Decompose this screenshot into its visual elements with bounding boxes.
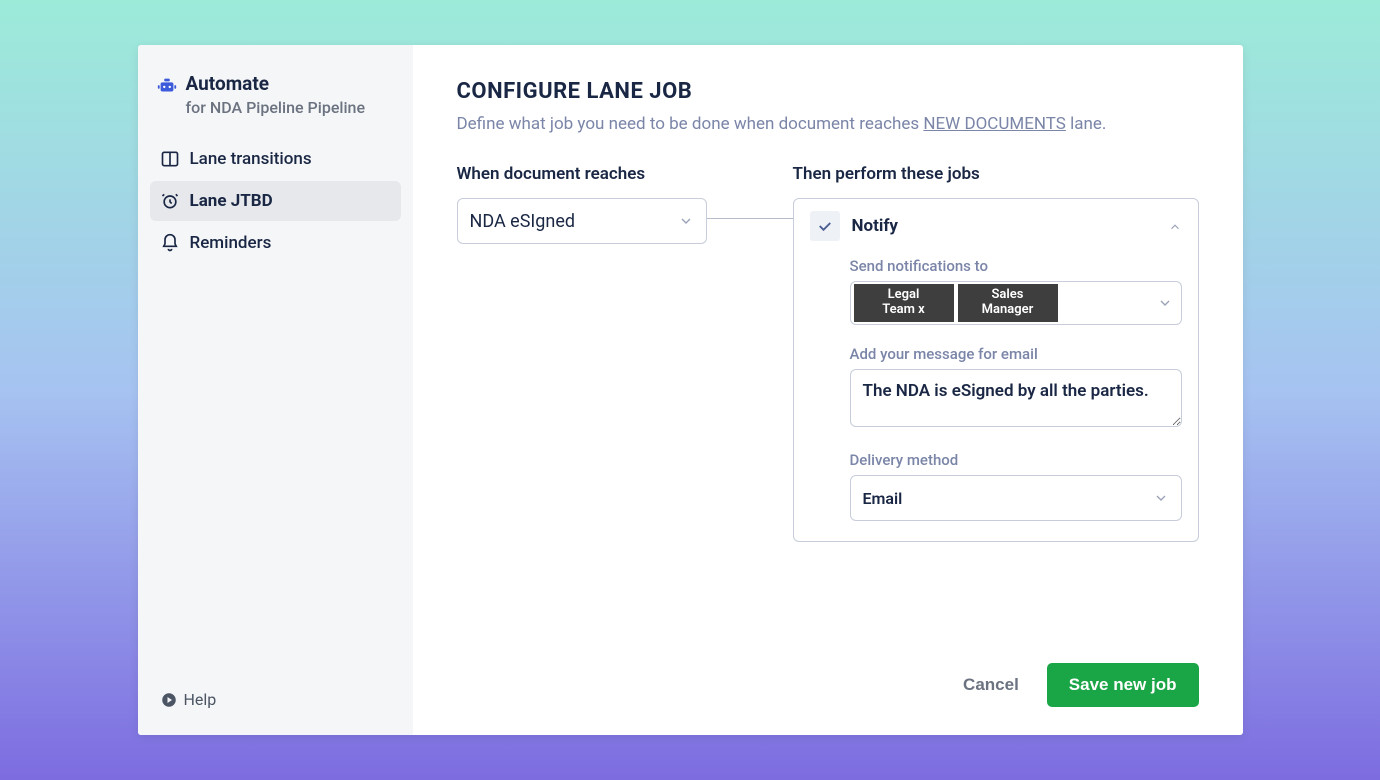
sidebar-item-label: Reminders [190, 233, 272, 253]
connector [707, 164, 793, 219]
app-window: Automate for NDA Pipeline Pipeline Lane … [138, 45, 1243, 735]
desc-suffix: lane. [1066, 114, 1106, 134]
play-circle-icon [160, 691, 178, 709]
help-label: Help [184, 690, 217, 709]
when-lane-value: NDA eSIgned [470, 211, 576, 232]
recipients-field: Send notifications to Legal Team x Sales… [850, 257, 1182, 325]
job-panel: Notify Send notifications to Legal Team … [793, 198, 1199, 542]
chevron-up-icon [1168, 219, 1182, 233]
when-lane-select[interactable]: NDA eSIgned [457, 198, 707, 244]
page-description: Define what job you need to be done when… [457, 114, 1199, 134]
columns-icon [160, 149, 180, 169]
check-icon [810, 211, 840, 241]
page-title: CONFIGURE LANE JOB [457, 79, 1199, 104]
delivery-value: Email [863, 489, 903, 508]
chevron-down-icon [1153, 490, 1169, 506]
recipient-chip[interactable]: Sales Manager [958, 284, 1058, 322]
alarm-icon [160, 191, 180, 211]
lane-name-link[interactable]: NEW DOCUMENTS [923, 114, 1066, 134]
sidebar-item-label: Lane JTBD [190, 191, 273, 211]
cancel-button[interactable]: Cancel [963, 675, 1019, 695]
recipients-select[interactable]: Legal Team x Sales Manager [850, 281, 1182, 325]
delivery-select[interactable]: Email [850, 475, 1182, 521]
config-row: When document reaches NDA eSIgned Then p… [457, 164, 1199, 542]
footer: Cancel Save new job [457, 639, 1199, 707]
chevron-down-icon [1157, 295, 1173, 311]
delivery-field: Delivery method Email [850, 451, 1182, 521]
robot-icon [156, 75, 178, 97]
job-body: Send notifications to Legal Team x Sales… [810, 257, 1182, 521]
job-title: Notify [852, 216, 1156, 236]
message-label: Add your message for email [850, 345, 1182, 363]
sidebar-title: Automate [186, 73, 366, 96]
when-column: When document reaches NDA eSIgned [457, 164, 707, 244]
sidebar-subtitle: for NDA Pipeline Pipeline [186, 98, 366, 117]
desc-prefix: Define what job you need to be done when… [457, 114, 924, 134]
message-field: Add your message for email [850, 345, 1182, 431]
recipients-label: Send notifications to [850, 257, 1182, 275]
then-label: Then perform these jobs [793, 164, 1199, 184]
sidebar-item-lane-jtbd[interactable]: Lane JTBD [150, 181, 401, 221]
save-button[interactable]: Save new job [1047, 663, 1199, 707]
when-label: When document reaches [457, 164, 707, 184]
sidebar-item-label: Lane transitions [190, 149, 312, 169]
connector-line [707, 218, 793, 219]
sidebar-item-lane-transitions[interactable]: Lane transitions [150, 139, 401, 179]
sidebar-nav: Lane transitions Lane JTBD Reminders [150, 139, 401, 263]
then-column: Then perform these jobs Notify Send [793, 164, 1199, 542]
recipient-chip[interactable]: Legal Team x [854, 284, 954, 322]
delivery-label: Delivery method [850, 451, 1182, 469]
job-header[interactable]: Notify [810, 211, 1182, 241]
sidebar-header: Automate for NDA Pipeline Pipeline [150, 73, 401, 135]
sidebar-item-reminders[interactable]: Reminders [150, 223, 401, 263]
message-textarea[interactable] [850, 369, 1182, 427]
chevron-down-icon [678, 213, 694, 229]
help-link[interactable]: Help [150, 684, 401, 715]
main-content: CONFIGURE LANE JOB Define what job you n… [413, 45, 1243, 735]
sidebar: Automate for NDA Pipeline Pipeline Lane … [138, 45, 413, 735]
bell-icon [160, 233, 180, 253]
